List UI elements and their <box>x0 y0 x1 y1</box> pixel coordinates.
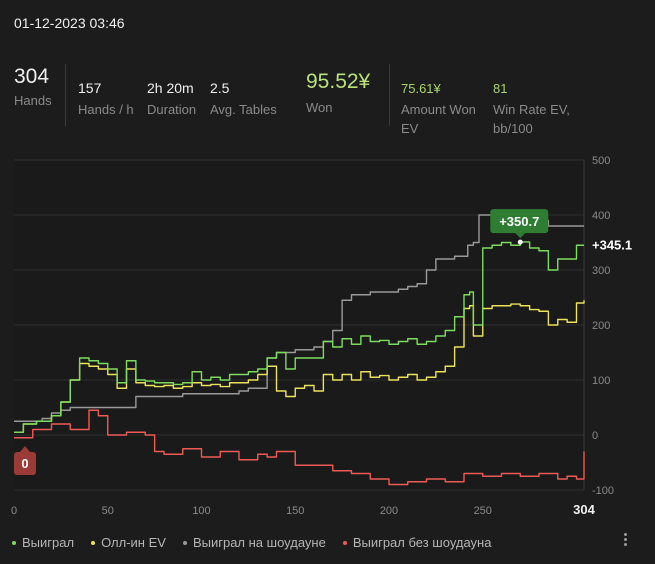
stat-avg-tables-label: Avg. Tables <box>210 102 277 117</box>
y-tick-label: -100 <box>592 485 614 497</box>
x-tick-label: 304 <box>573 502 595 517</box>
y-tick-label: 100 <box>592 375 610 387</box>
stat-won-label: Won <box>306 100 333 115</box>
legend-dot-icon <box>12 540 16 545</box>
stat-avg-tables: 2.5 Avg. Tables <box>210 80 277 119</box>
chart-legend: Выиграл Олл-ин EV Выиграл на шоудауне Выигр… <box>12 535 508 550</box>
stat-amount-won-ev: 75.61¥ Amount Won EV <box>401 80 476 138</box>
x-tick-label: 100 <box>192 505 210 517</box>
session-datetime: 01-12-2023 03:46 <box>14 15 125 31</box>
stat-amount-won-ev-label: Amount Won EV <box>401 102 476 136</box>
start-badge-label: 0 <box>21 456 28 471</box>
stat-won-value: 95.52¥ <box>306 70 371 93</box>
legend-dot-icon <box>342 540 347 545</box>
y-tick-label: 200 <box>592 320 610 332</box>
stat-hands: 304 Hands <box>14 64 52 110</box>
legend-item[interactable]: Выиграл без шоудауна <box>342 535 492 550</box>
stat-hands-per-hour: 157 Hands / h <box>78 80 134 119</box>
stat-win-rate-ev-label: Win Rate EV, bb/100 <box>493 102 570 136</box>
y-tick-label: 500 <box>592 155 610 167</box>
x-tick-label: 0 <box>11 505 17 517</box>
legend-label: Выиграл на шоудауне <box>192 535 326 550</box>
winnings-chart[interactable]: 500 400 300 200 100 0 -100 0 50 100 150 200 250 304 +3… <box>0 150 655 525</box>
stat-hands-value: 304 <box>14 65 50 88</box>
legend-item[interactable]: Выиграл <box>12 535 74 550</box>
y-tick-label: 400 <box>592 210 610 222</box>
legend-label: Выиграл <box>22 535 75 550</box>
legend-item[interactable]: Олл-ин EV <box>91 535 166 550</box>
legend-dot-icon <box>91 540 96 545</box>
stat-duration-label: Duration <box>147 102 197 117</box>
stats-divider <box>65 64 66 126</box>
legend-label: Олл-ин EV <box>101 535 166 550</box>
y-tick-label: 0 <box>592 430 598 442</box>
stats-panel: 304 Hands 157 Hands / h 2h 20m Duration … <box>0 64 655 136</box>
x-tick-label: 200 <box>380 505 398 517</box>
end-value-label: +345.1 <box>592 237 632 252</box>
stat-duration-value: 2h 20m <box>147 80 194 96</box>
stats-divider <box>389 64 390 126</box>
stat-amount-won-ev-value: 75.61¥ <box>401 81 441 96</box>
stat-duration: 2h 20m Duration <box>147 80 196 119</box>
x-tick-label: 150 <box>286 505 304 517</box>
legend-label: Выиграл без шоудауна <box>352 535 492 550</box>
stat-avg-tables-value: 2.5 <box>210 80 230 96</box>
x-tick-label: 50 <box>102 505 114 517</box>
stat-win-rate-ev-value: 81 <box>493 81 508 96</box>
legend-item[interactable]: Выиграл на шоудауне <box>182 535 326 550</box>
legend-dot-icon <box>182 540 187 545</box>
stat-hands-per-hour-label: Hands / h <box>78 102 134 117</box>
kebab-menu-icon[interactable] <box>620 533 630 553</box>
peak-marker <box>517 239 523 245</box>
stat-hands-per-hour-value: 157 <box>78 80 102 96</box>
stat-won: 95.52¥ Won <box>306 69 370 117</box>
y-tick-label: 300 <box>592 265 610 277</box>
peak-tooltip-label: +350.7 <box>499 214 539 229</box>
x-tick-label: 250 <box>474 505 492 517</box>
stat-win-rate-ev: 81 Win Rate EV, bb/100 <box>493 80 570 138</box>
stat-hands-label: Hands <box>14 93 52 108</box>
